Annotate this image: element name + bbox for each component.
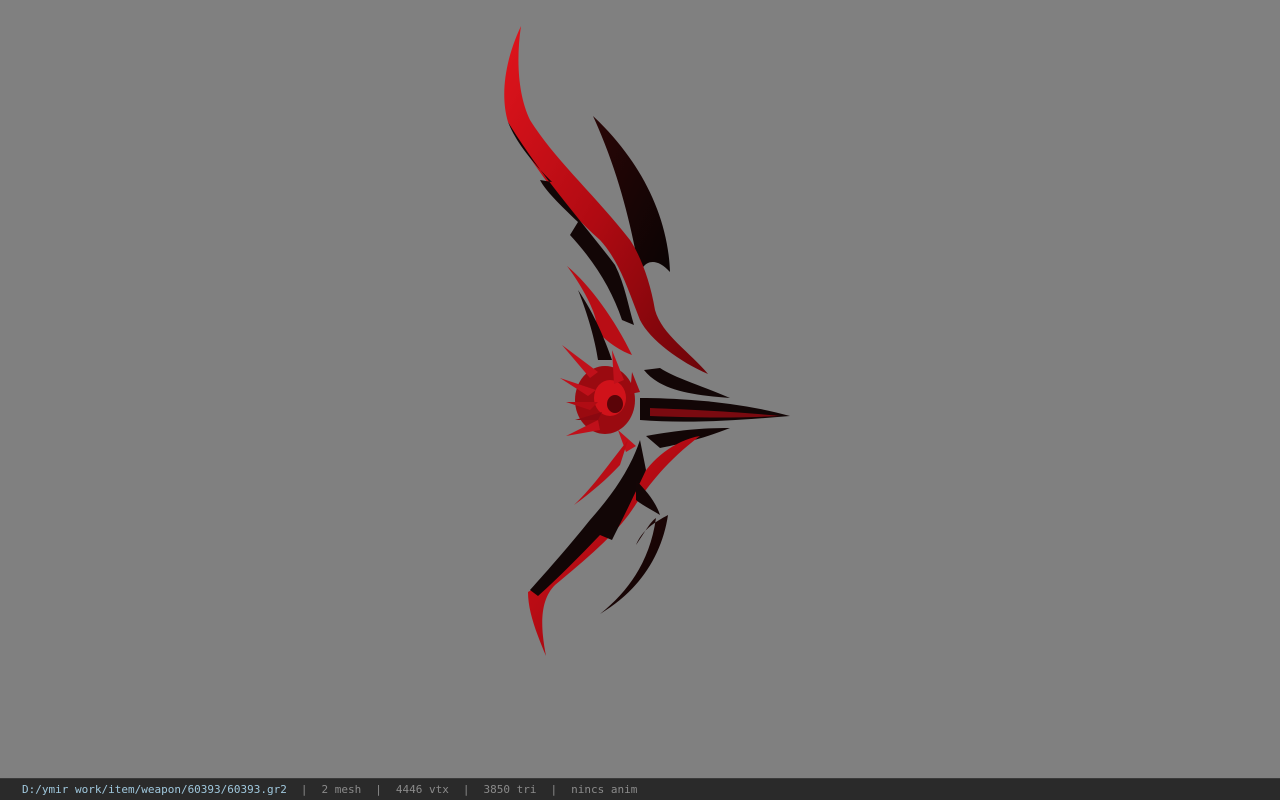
model-viewport[interactable] <box>0 0 1280 778</box>
bow-model <box>504 26 790 656</box>
lower-black-edge <box>530 440 646 596</box>
vertex-count: 4446 vtx <box>395 783 449 796</box>
animation-status: nincs anim <box>571 783 638 796</box>
separator: | <box>300 783 308 796</box>
triangle-count: 3850 tri <box>483 783 537 796</box>
status-bar: D:/ymir work/item/weapon/60393/60393.gr2… <box>0 778 1280 800</box>
separator: | <box>375 783 382 796</box>
separator: | <box>550 783 558 796</box>
arrow-blade-upper <box>644 368 730 398</box>
file-path: D:/ymir work/item/weapon/60393/60393.gr2 <box>22 783 287 796</box>
mesh-count: 2 mesh <box>321 783 362 796</box>
grip-ornament <box>560 345 640 452</box>
separator: | <box>462 783 470 796</box>
